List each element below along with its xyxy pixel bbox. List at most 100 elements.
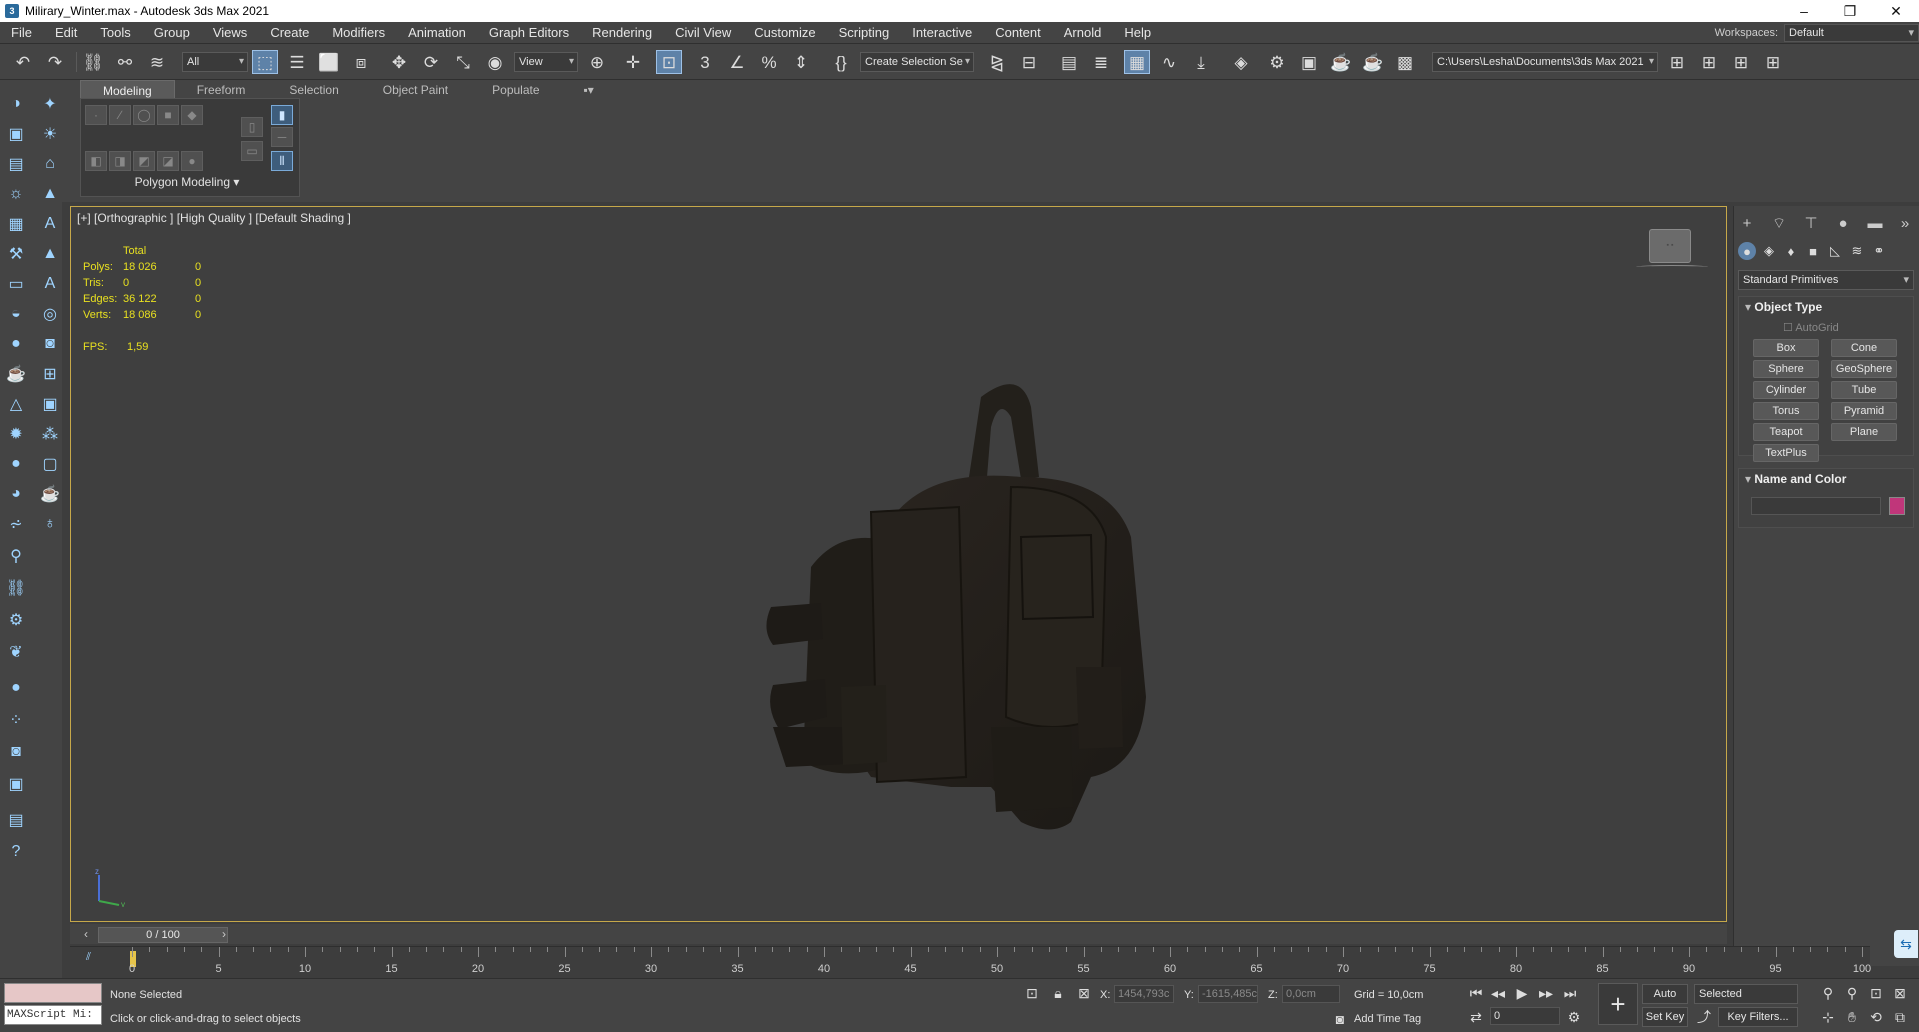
systems-icon[interactable]: ▦	[4, 212, 28, 236]
particles-icon[interactable]: ⁂	[38, 422, 62, 446]
pan-icon[interactable]: ✋︎	[1842, 1007, 1862, 1027]
tube-button[interactable]: Tube	[1831, 381, 1897, 399]
create-light-icon[interactable]: ✦	[38, 92, 62, 116]
set-project-folder-icon[interactable]: ⊞	[1664, 50, 1690, 74]
maxscript-mini-listener[interactable]: MAXScript Mi:	[4, 1005, 102, 1025]
curve-editor-icon[interactable]: ∿	[1156, 50, 1182, 74]
rig-icon[interactable]: ⛓	[4, 576, 28, 600]
zoom-all-icon[interactable]: ⚲	[1842, 983, 1862, 1003]
field-of-view-icon[interactable]: ⊹	[1818, 1007, 1838, 1027]
unlink-icon[interactable]: ⚯	[112, 50, 138, 74]
select-manipulate-icon[interactable]: ✛	[620, 50, 646, 74]
plane-button[interactable]: Plane	[1831, 423, 1897, 441]
pivot-center-icon[interactable]: ⊕	[584, 50, 610, 74]
bone-icon[interactable]: ⚲	[4, 544, 28, 568]
menu-civil-view[interactable]: Civil View	[664, 22, 743, 44]
previous-key-icon[interactable]: ◂◂	[1488, 983, 1508, 1003]
grass-icon[interactable]: ❦	[4, 640, 28, 664]
key-filters-button[interactable]: Key Filters...	[1718, 1007, 1798, 1027]
auto-key-button[interactable]: Auto Key	[1642, 984, 1688, 1018]
camera-icon[interactable]: ⌂	[38, 152, 62, 176]
save-project-icon[interactable]: ⊞	[1728, 50, 1754, 74]
render-frame-icon[interactable]: ▣	[4, 772, 28, 796]
snaps-toggle-icon[interactable]: 3	[692, 50, 718, 74]
spacewarps-category-icon[interactable]: ≋	[1848, 242, 1866, 260]
time-configuration-icon[interactable]: ⚙	[1564, 1007, 1584, 1027]
menu-graph-editors[interactable]: Graph Editors	[478, 22, 581, 44]
rendered-frame-window-icon[interactable]: ▣	[1296, 50, 1322, 74]
render-iterative-icon[interactable]: ☕	[1360, 50, 1386, 74]
show-end-result-icon[interactable]: ⫴	[271, 151, 293, 171]
menu-modifiers[interactable]: Modifiers	[321, 22, 397, 44]
time-tag-icon[interactable]: ◙	[1330, 1009, 1350, 1029]
geometry-category-icon[interactable]: ●	[1738, 242, 1756, 260]
render-setup-icon[interactable]: ⚙	[1264, 50, 1290, 74]
play-icon[interactable]: ▶	[1512, 983, 1532, 1003]
z-coordinate-field[interactable]: 0,0cm	[1282, 985, 1340, 1003]
space-warp-icon[interactable]: ▲	[38, 182, 62, 206]
material-palette-icon[interactable]: ⁘	[4, 708, 28, 732]
move-icon[interactable]: ✥	[386, 50, 412, 74]
tab-freeform[interactable]: Freeform	[175, 80, 268, 100]
hierarchy-tab-icon[interactable]: ⊤	[1798, 212, 1824, 234]
element-mode-icon[interactable]: ◆	[181, 105, 203, 125]
open-project-icon[interactable]: ⊞	[1696, 50, 1722, 74]
go-to-end-icon[interactable]: ⏭	[1560, 983, 1580, 1003]
torus-icon[interactable]: ◎	[38, 302, 62, 326]
menu-customize[interactable]: Customize	[743, 22, 827, 44]
backpack-model[interactable]	[691, 367, 1251, 837]
menu-rendering[interactable]: Rendering	[581, 22, 664, 44]
tab-object-paint[interactable]: Object Paint	[361, 80, 470, 100]
create-helper-icon[interactable]: ▤	[4, 152, 28, 176]
menu-interactive[interactable]: Interactive	[901, 22, 984, 44]
modify-tab-icon[interactable]: ⌔	[1766, 212, 1792, 234]
viewport-orthographic[interactable]: [+] [Orthographic ] [High Quality ] [Def…	[70, 206, 1727, 922]
systems-category-icon[interactable]: ⚭	[1870, 242, 1888, 260]
object-type-header[interactable]: Object Type	[1739, 297, 1913, 317]
bulb-icon[interactable]: ♁	[38, 512, 62, 536]
menu-animation[interactable]: Animation	[397, 22, 478, 44]
primitives-dropdown[interactable]: Standard Primitives	[1738, 270, 1914, 290]
percent-snap-icon[interactable]: %	[756, 50, 782, 74]
project-folder-dropdown[interactable]: C:\Users\Lesha\Documents\3ds Max 2021	[1432, 52, 1658, 72]
frame-icon[interactable]: ▢	[38, 452, 62, 476]
sphere-prim-icon[interactable]: ◒	[4, 302, 28, 326]
set-key-button[interactable]: Set Key	[1642, 1007, 1688, 1027]
placement-icon[interactable]: ◉	[482, 50, 508, 74]
tab-selection[interactable]: Selection	[267, 80, 360, 100]
vertex-mode-icon[interactable]: ·	[85, 105, 107, 125]
workspace-dropdown[interactable]: Default	[1784, 24, 1919, 42]
gear-icon[interactable]: ⚙	[4, 608, 28, 632]
isolate-selection-icon[interactable]: ⊡	[1022, 983, 1042, 1003]
maximize-viewport-icon[interactable]: ⧉	[1890, 1007, 1910, 1027]
help-icon[interactable]: ?	[4, 840, 28, 864]
window-crossing-icon[interactable]: ⧈	[348, 50, 374, 74]
rectangular-selection-icon[interactable]: ⬜	[316, 50, 342, 74]
render-view-icon[interactable]: ◙	[4, 740, 28, 764]
next-frame-icon[interactable]: ›	[216, 926, 232, 942]
switch-project-icon[interactable]: ⊞	[1760, 50, 1786, 74]
add-time-tag[interactable]: Add Time Tag	[1354, 1013, 1421, 1025]
modify-mode-icon[interactable]: ▯	[241, 117, 263, 137]
selection-filter-dropdown[interactable]: All	[182, 52, 248, 72]
trackbar[interactable]: ⫽ 0 5 10 15 20 25 30 35 40 45 50 55 60 65 70 75 80 85 90 95…	[70, 946, 1871, 976]
cone-button[interactable]: Cone	[1831, 339, 1897, 357]
viewport-icon[interactable]: ▣	[38, 392, 62, 416]
tab-populate[interactable]: Populate	[470, 80, 561, 100]
tools-icon[interactable]: ⚒	[4, 242, 28, 266]
y-coordinate-field[interactable]: -1615,485c	[1198, 985, 1258, 1003]
object-color-swatch[interactable]	[1889, 497, 1905, 515]
align-icon[interactable]: ⊟	[1016, 50, 1042, 74]
bind-space-warp-icon[interactable]: ≋	[144, 50, 170, 74]
create-shapes-icon[interactable]: ▣	[4, 122, 28, 146]
edge-mode-icon[interactable]: ∕	[109, 105, 131, 125]
key-mode-toggle-icon[interactable]: ⇄	[1466, 1007, 1486, 1027]
autogrid-checkbox[interactable]: ☐ AutoGrid	[1783, 321, 1839, 334]
viewcube-ring[interactable]	[1636, 265, 1708, 269]
viewcube[interactable]: ▪ ▪	[1649, 229, 1691, 263]
next-key-icon[interactable]: ▸▸	[1536, 983, 1556, 1003]
sphere-button[interactable]: Sphere	[1753, 360, 1819, 378]
render-cloud-icon[interactable]: ▩	[1392, 50, 1418, 74]
ignore-backfacing-icon[interactable]: ●	[181, 151, 203, 171]
menu-scripting[interactable]: Scripting	[828, 22, 902, 44]
